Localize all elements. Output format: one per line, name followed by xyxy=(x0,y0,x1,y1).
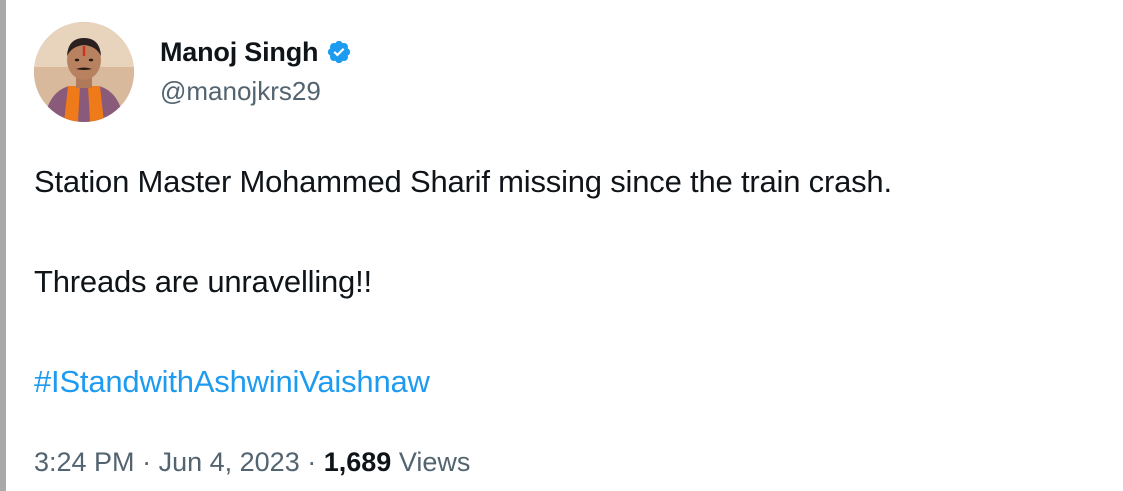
meta-separator-2: · xyxy=(307,447,317,477)
tweet-card: Manoj Singh @manojkrs29 Station Master M… xyxy=(34,22,1104,478)
tweet-meta: 3:24 PM · Jun 4, 2023 · 1,689 Views xyxy=(34,446,1104,478)
tweet-date[interactable]: Jun 4, 2023 xyxy=(159,447,300,477)
avatar-image xyxy=(34,22,134,122)
left-border xyxy=(0,0,6,491)
verified-badge-icon xyxy=(326,39,352,65)
tweet-paragraph-1: Station Master Mohammed Sharif missing s… xyxy=(34,164,892,199)
tweet-screenshot: Manoj Singh @manojkrs29 Station Master M… xyxy=(0,0,1123,491)
avatar[interactable] xyxy=(34,22,134,122)
tweet-time[interactable]: 3:24 PM xyxy=(34,447,135,477)
tweet-text: Station Master Mohammed Sharif missing s… xyxy=(34,164,1104,300)
author-handle[interactable]: @manojkrs29 xyxy=(160,76,352,107)
hashtag-link[interactable]: #IStandwithAshwiniVaishnaw xyxy=(34,364,1104,400)
author-block: Manoj Singh @manojkrs29 xyxy=(160,22,352,107)
views-label: Views xyxy=(398,447,471,477)
display-name-row: Manoj Singh xyxy=(160,36,352,68)
display-name[interactable]: Manoj Singh xyxy=(160,37,318,68)
meta-separator-1: · xyxy=(142,447,152,477)
views-count[interactable]: 1,689 xyxy=(324,447,392,477)
tweet-header: Manoj Singh @manojkrs29 xyxy=(34,22,1104,126)
tweet-paragraph-2: Threads are unravelling!! xyxy=(34,264,372,299)
